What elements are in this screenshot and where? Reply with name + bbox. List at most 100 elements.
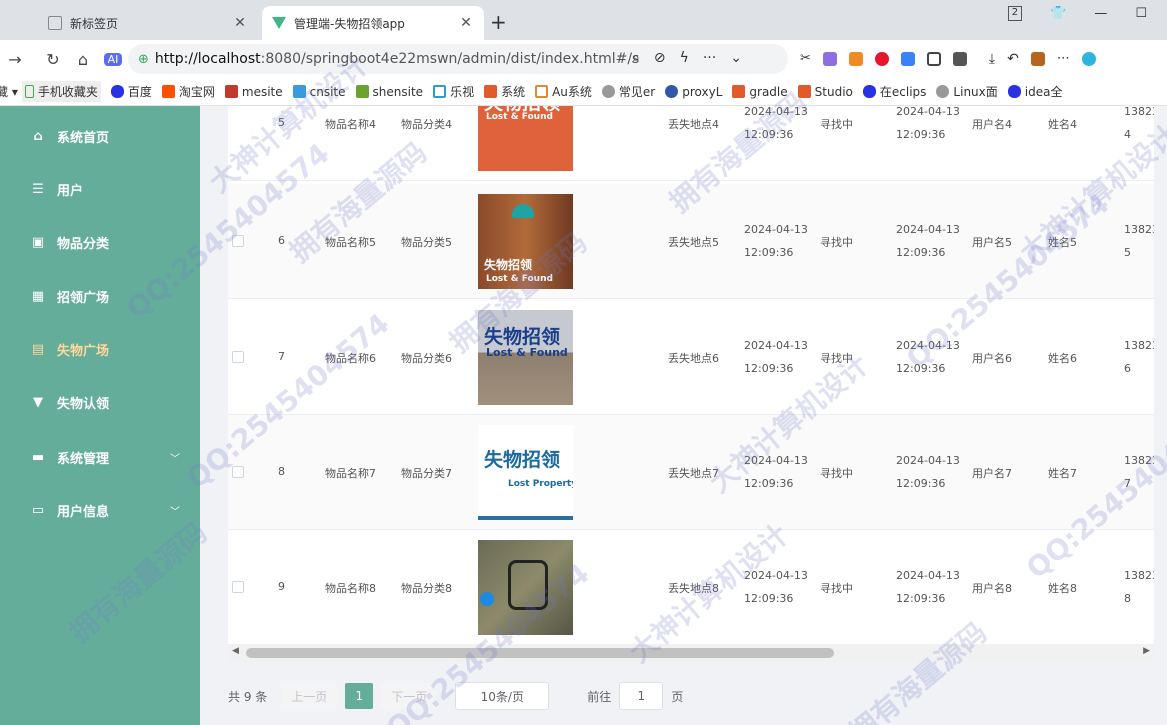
new-tab-button[interactable]: +	[490, 10, 507, 34]
bookmark-item[interactable]: gradle	[732, 85, 788, 99]
paw-icon	[110, 85, 124, 98]
bookmark-item[interactable]: 手机收藏夹	[21, 81, 101, 102]
bookmark-item[interactable]: mesite	[224, 85, 283, 99]
cell-publish-time: 12:09:36	[896, 246, 946, 259]
sidebar-item-users[interactable]: ☰ 用户	[0, 163, 200, 216]
game-icon[interactable]	[848, 52, 863, 66]
sidebar-item-found-square[interactable]: ▦ 招领广场	[0, 270, 200, 323]
cell-publish-date: 2024-04-13	[896, 106, 960, 118]
prev-page-button[interactable]: 上一页	[281, 683, 338, 709]
cell-phone: 13823	[1124, 454, 1154, 467]
bookmark-item[interactable]: 常见er	[601, 83, 655, 100]
row-checkbox[interactable]	[232, 581, 244, 593]
scissors-icon[interactable]: ✂	[800, 52, 811, 66]
item-photo[interactable]: 失物招领Lost & Found	[478, 194, 573, 289]
briefcase-icon[interactable]	[1030, 52, 1045, 66]
bookmark-item[interactable]: Au系统	[535, 83, 592, 100]
site-icon	[535, 85, 549, 98]
maximize-icon[interactable]: ☐	[1135, 6, 1147, 21]
cell-lost-date: 2024-04-13	[744, 569, 808, 582]
browser-page-icon	[48, 16, 62, 30]
clipboard-icon: ▣	[31, 234, 45, 250]
globe-icon	[601, 85, 615, 98]
cell-publish-date: 2024-04-13	[896, 223, 960, 236]
horizontal-scrollbar[interactable]: ◀ ▶	[228, 644, 1154, 662]
sidebar-item-home[interactable]: ⌂ 系统首页	[0, 110, 200, 163]
undo-icon[interactable]: ↶	[1007, 52, 1019, 66]
item-photo[interactable]: 失物招领 Lost Property	[478, 425, 573, 520]
more-icon[interactable]: ⋯	[1057, 52, 1070, 66]
cell-phone: 13823	[1124, 106, 1154, 118]
weibo-icon[interactable]	[874, 52, 889, 66]
item-photo[interactable]	[478, 540, 573, 635]
bookmark-item[interactable]: cnsite	[292, 85, 346, 99]
shirt-icon[interactable]: 👕	[1050, 6, 1066, 21]
site-icon	[797, 85, 811, 98]
close-icon[interactable]: ✕	[232, 15, 248, 31]
cell-lost-time: 12:09:36	[744, 362, 794, 375]
window-icon[interactable]	[926, 52, 941, 66]
more-icon[interactable]: ···	[703, 50, 716, 66]
scroll-left-icon[interactable]: ◀	[232, 646, 239, 656]
ai-icon[interactable]: AI	[104, 52, 122, 66]
cell-user: 用户名6	[972, 352, 1012, 365]
tab-counter[interactable]: 2	[1007, 6, 1023, 21]
download-icon[interactable]: ⤓	[989, 52, 995, 66]
row-checkbox[interactable]	[232, 351, 244, 363]
chevron-down-icon[interactable]: ⌄	[730, 50, 742, 66]
back-icon[interactable]: →	[0, 50, 30, 69]
item-photo[interactable]: 失物招领Lost & Found	[478, 106, 573, 171]
secure-shield-icon: ⊕	[138, 51, 149, 67]
cell-publish-date: 2024-04-13	[896, 454, 960, 467]
next-page-button[interactable]: 下一页	[381, 683, 438, 709]
minimize-icon[interactable]: —	[1094, 6, 1107, 21]
search-icon[interactable]: ⌕	[632, 50, 640, 66]
tv-icon	[433, 85, 447, 98]
page-unit: 页	[671, 689, 684, 704]
compass-icon[interactable]: ⊘	[654, 50, 666, 66]
sidebar-item-userinfo[interactable]: ▭ 用户信息 ﹀	[0, 484, 200, 537]
puzzle-icon[interactable]	[952, 52, 967, 66]
edge-icon[interactable]	[1081, 52, 1096, 66]
tab-new-tab[interactable]: 新标签页 ✕	[38, 6, 258, 40]
page-number-current[interactable]: 1	[345, 683, 374, 709]
bookmark-item[interactable]: 在eclips	[862, 83, 926, 100]
bookmark-item[interactable]: 乐视	[433, 83, 474, 100]
tab-admin-app[interactable]: 管理端-失物招领app ✕	[262, 6, 484, 40]
cell-status: 寻找中	[820, 236, 853, 249]
cell-status: 寻找中	[820, 467, 853, 480]
sidebar-item-category[interactable]: ▣ 物品分类	[0, 216, 200, 269]
goto-page-input[interactable]	[619, 682, 664, 710]
cell-phone-tail: 5	[1124, 246, 1131, 259]
bookmark-item[interactable]: Linux面	[936, 83, 998, 100]
total-count: 共 9 条	[228, 689, 268, 704]
bookmark-item[interactable]: Studio	[797, 85, 853, 99]
sidebar-item-lost-square[interactable]: ▤ 失物广场	[0, 323, 200, 376]
bookmark-item[interactable]: proxyL	[665, 85, 722, 99]
home-icon[interactable]: ⌂	[68, 50, 98, 69]
item-photo[interactable]: 失物招领Lost & Found	[478, 310, 573, 405]
scrollbar-thumb[interactable]	[246, 648, 834, 658]
close-icon[interactable]: ✕	[458, 15, 474, 31]
data-table: 5 物品名称4 物品分类4 丢失地点4 寻找中 用户名4 姓名4 2024-04-13 12:0…	[228, 106, 1154, 644]
reload-icon[interactable]: ↻	[38, 50, 68, 69]
bookmark-item[interactable]: 百度	[110, 83, 152, 100]
sidebar-item-claim[interactable]: ▼ 失物认领	[0, 376, 200, 429]
photo-caption: 失物招领	[484, 326, 561, 348]
lightning-icon[interactable]: ϟ	[680, 50, 689, 66]
vue-logo-icon	[272, 17, 286, 29]
bookmark-item[interactable]: 淘宝网	[161, 83, 215, 100]
bookmark-item[interactable]: 系统	[484, 83, 525, 100]
sidebar-item-label: 系统管理	[57, 452, 110, 467]
mail-icon[interactable]	[900, 52, 915, 66]
cell-publish-time: 12:09:36	[896, 477, 946, 490]
card-icon: ▭	[31, 502, 45, 518]
page-size-select[interactable]: 10条/页	[455, 682, 550, 710]
scroll-right-icon[interactable]: ▶	[1143, 646, 1150, 656]
translate-icon[interactable]	[822, 52, 837, 66]
bookmark-item[interactable]: idea全	[1007, 83, 1062, 100]
bookmark-item[interactable]: shensite	[355, 85, 423, 99]
sidebar-item-system[interactable]: ▬ 系统管理 ﹀	[0, 431, 200, 484]
row-checkbox[interactable]	[232, 466, 244, 478]
row-checkbox[interactable]	[232, 235, 244, 247]
